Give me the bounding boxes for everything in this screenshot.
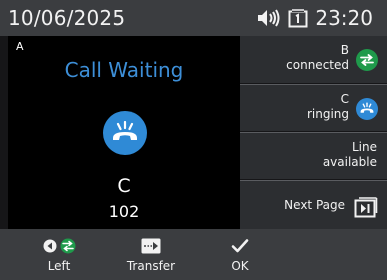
ringing-phone-icon bbox=[356, 98, 378, 120]
ringing-phone-icon bbox=[103, 111, 147, 155]
line-label: A bbox=[16, 40, 24, 53]
left-arrow-transfer-icon bbox=[36, 235, 82, 257]
line-b-text: B connected bbox=[286, 43, 349, 73]
line-available-label: Line bbox=[351, 140, 377, 154]
line-c-status: ringing bbox=[306, 107, 349, 121]
caller-number: 102 bbox=[108, 202, 140, 221]
ok-softkey[interactable]: OK bbox=[222, 229, 258, 280]
softkey-bar: Left Transfer OK bbox=[0, 229, 387, 280]
ok-softkey-label: OK bbox=[231, 259, 249, 273]
status-indicators: 23:20 bbox=[257, 6, 373, 30]
left-softkey[interactable]: Left bbox=[36, 229, 82, 280]
line-c-label: C bbox=[340, 92, 349, 106]
transfer-icon bbox=[120, 235, 182, 257]
next-page-label: Next Page bbox=[284, 198, 345, 212]
transfer-softkey[interactable]: Transfer bbox=[120, 229, 182, 280]
speaker-icon bbox=[257, 9, 281, 27]
line-b-label: B bbox=[340, 43, 349, 57]
line-available-text: Line available bbox=[323, 140, 377, 170]
status-bar: 10/06/2025 23:20 bbox=[0, 0, 387, 36]
date-display: 10/06/2025 bbox=[8, 6, 126, 30]
call-state: Call Waiting bbox=[64, 58, 184, 82]
transfer-arrows-icon bbox=[356, 49, 378, 71]
line-available-button[interactable]: Line available bbox=[240, 132, 387, 179]
line-c-button[interactable]: C ringing bbox=[240, 84, 387, 131]
check-icon bbox=[222, 235, 258, 257]
line-available-status: available bbox=[322, 155, 377, 169]
line-c-text: C ringing bbox=[307, 92, 349, 122]
next-page-button[interactable]: Next Page bbox=[240, 180, 387, 229]
phone-screen: 10/06/2025 23:20 A Call Waiting C 102 B … bbox=[0, 0, 387, 280]
transfer-softkey-label: Transfer bbox=[126, 259, 176, 273]
caller-name: C bbox=[117, 175, 131, 197]
next-page-icon bbox=[354, 196, 378, 218]
active-call-panel: A Call Waiting C 102 bbox=[8, 36, 240, 229]
line-b-button[interactable]: B connected bbox=[240, 36, 387, 83]
lines-icon bbox=[288, 8, 308, 28]
left-softkey-label: Left bbox=[47, 259, 71, 273]
line-b-status: connected bbox=[286, 58, 349, 72]
clock: 23:20 bbox=[315, 6, 373, 30]
